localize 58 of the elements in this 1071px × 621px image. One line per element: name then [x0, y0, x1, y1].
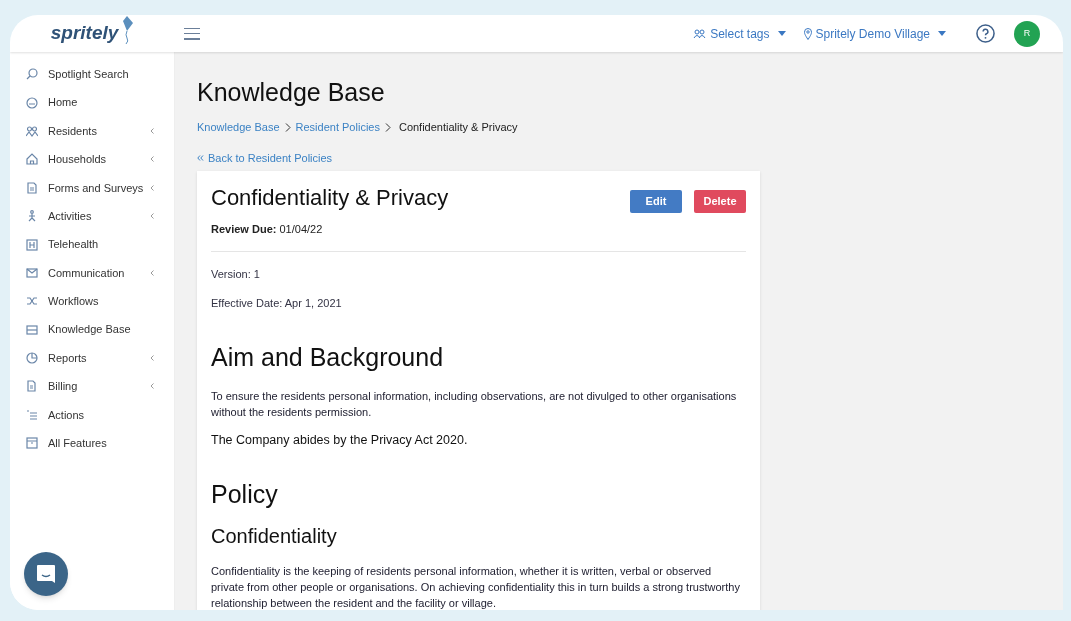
review-due-text: Review Due: 01/04/22	[211, 222, 324, 237]
back-link[interactable]: Back to Resident Policies	[197, 149, 1063, 166]
people-icon	[26, 124, 38, 137]
caret-icon	[938, 31, 946, 36]
body-paragraph: To ensure the residents personal information, including observations, are not divulged to other organisations without the residents permission.	[211, 388, 738, 420]
document-title: Confidentiality & Privacy	[211, 184, 450, 212]
location-pin-icon	[803, 27, 812, 40]
chevron-right-icon	[384, 122, 391, 132]
search-icon	[26, 68, 38, 81]
tray-icon	[26, 323, 38, 336]
section-heading: Policy	[211, 479, 279, 511]
location-dropdown[interactable]: Spritely Demo Village	[803, 24, 946, 43]
people-icon	[693, 28, 707, 39]
caret-icon	[777, 31, 786, 36]
envelope-icon	[26, 266, 38, 279]
shuffle-icon	[26, 295, 38, 308]
medical-box-icon	[26, 238, 38, 251]
chevron-right-icon	[284, 122, 291, 132]
house-icon	[26, 153, 38, 166]
sidebar-item[interactable]: Actions	[26, 400, 174, 430]
sidebar-item[interactable]: Residents	[26, 116, 174, 146]
sidebar-item[interactable]: Billing	[26, 372, 174, 401]
body-paragraph: Confidentiality is the keeping of residents personal information, whether it is written, verbal or observed private from other people or organisations. On achieving confidentiality this in turn builds a strong trustworthy relationship between the resident and the facility or village.	[211, 564, 741, 610]
breadcrumb-current: Confidentiality & Privacy	[398, 120, 518, 135]
sidebar-item[interactable]: Knowledge Base	[26, 315, 174, 344]
action-button[interactable]: Delete	[694, 190, 746, 213]
invoice-icon	[26, 380, 38, 393]
sidebar-item[interactable]: All Features	[26, 429, 174, 458]
sidebar-item[interactable]: Forms and Surveys	[26, 173, 174, 202]
double-chevron-icon	[197, 154, 204, 161]
help-icon[interactable]	[976, 24, 995, 43]
sidebar-item[interactable]: Activities	[26, 201, 174, 231]
breadcrumb-link[interactable]: Resident Policies	[295, 119, 380, 136]
page-title: Knowledge Base	[197, 77, 386, 107]
body-paragraph: The Company abides by the Privacy Act 2020.	[211, 431, 469, 449]
sidebar-item[interactable]: Spotlight Search	[26, 60, 174, 89]
breadcrumb-link[interactable]: Knowledge Base	[197, 119, 280, 136]
version-text: Version: 1	[211, 266, 261, 282]
logo-text: spritely	[50, 21, 119, 46]
list-icon	[26, 408, 38, 421]
sidebar-item[interactable]: Home	[26, 88, 174, 117]
effective-date-text: Effective Date: Apr 1, 2021	[211, 296, 343, 311]
menu-icon[interactable]	[184, 27, 200, 40]
tags-dropdown[interactable]: Select tags	[693, 24, 786, 43]
chat-icon	[35, 563, 57, 585]
section-heading: Aim and Background	[211, 341, 445, 373]
archive-box-icon	[26, 437, 38, 450]
kite-logo-icon	[120, 15, 135, 45]
sidebar-item[interactable]: Households	[26, 145, 174, 174]
sidebar-item[interactable]: Reports	[26, 343, 174, 373]
sidebar-item[interactable]: Telehealth	[26, 230, 174, 259]
pie-chart-icon	[26, 352, 38, 365]
sidebar-item[interactable]: Workflows	[26, 287, 174, 316]
person-icon	[26, 210, 38, 223]
action-button[interactable]: Edit	[630, 190, 682, 213]
document-icon	[26, 181, 38, 194]
subsection-heading: Confidentiality	[211, 524, 338, 550]
sidebar-item[interactable]: Communication	[26, 258, 174, 288]
